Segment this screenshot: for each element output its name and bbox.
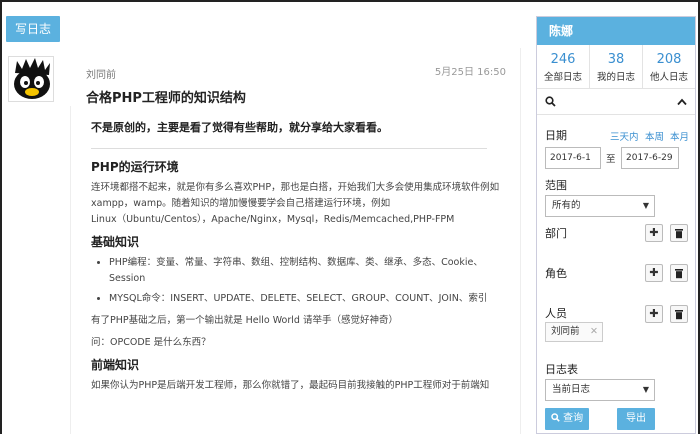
stat-label: 他人日志: [649, 72, 688, 83]
stat-number: 246: [550, 52, 576, 67]
query-button[interactable]: 查询: [545, 408, 589, 430]
quick-range-3days[interactable]: 三天内: [610, 129, 639, 143]
stat-others-logs[interactable]: 208 他人日志: [643, 45, 695, 88]
post-content: 不是原创的，主要是看了觉得有些帮助，就分享给大家看看。 PHP的运行环境 连环境…: [70, 106, 508, 434]
scope-select-value: 所有的: [552, 200, 581, 211]
paragraph: 连环境都搭不起来，就是你有多么喜欢PHP，那也是白搭，开始我们大多会使用集成环境…: [91, 180, 508, 228]
add-dept-button[interactable]: ✚: [645, 224, 663, 242]
section-heading: 基础知识: [91, 235, 140, 249]
list-item: MYSQL命令：INSERT、UPDATE、DELETE、SELECT、GROU…: [109, 291, 508, 307]
bullet-list: PHP编程：变量、常量、字符串、数组、控制结构、数据库、类、继承、多态、Cook…: [109, 255, 508, 307]
caret-down-icon: ▼: [642, 201, 649, 210]
paragraph: 问：OPCODE 是什么东西？: [91, 337, 211, 348]
trash-icon: [675, 310, 683, 320]
stat-number: 38: [607, 52, 625, 67]
paragraph-line: Linux（Ubuntu/Centos），Apache/Nginx，Mysql，…: [91, 214, 455, 225]
trash-icon: [675, 269, 683, 279]
date-from-input[interactable]: 2017-6-1: [545, 147, 601, 169]
paragraph-line: 连环境都搭不起来，就是你有多么喜欢PHP，那也是白搭，开始我们大多会使用集成环境…: [91, 182, 500, 209]
filter-sidebar: 陈娜 246 全部日志 38 我的日志 208 他人日志 日期 三天内 本周 本…: [536, 16, 696, 434]
post-title: 合格PHP工程师的知识结构: [86, 91, 246, 106]
remove-tag-icon[interactable]: ✕: [590, 323, 598, 341]
search-icon: [545, 96, 556, 107]
person-label: 人员: [545, 307, 567, 320]
query-button-label: 查询: [563, 413, 584, 424]
role-label: 角色: [545, 267, 567, 280]
person-tag: 刘同前 ✕: [545, 322, 603, 342]
stats-row: 246 全部日志 38 我的日志 208 他人日志: [537, 45, 695, 89]
paragraph: 如果你认为PHP是后端开发工程师，那么你就错了，最起码目前我接触的PHP工程师对…: [91, 380, 490, 391]
log-table-select[interactable]: 当前日志 ▼: [545, 379, 655, 401]
list-item: PHP编程：变量、常量、字符串、数组、控制结构、数据库、类、继承、多态、Cook…: [109, 255, 508, 287]
scope-label: 范围: [545, 179, 567, 192]
badtz-maru-avatar-icon: [14, 58, 50, 99]
stat-my-logs[interactable]: 38 我的日志: [590, 45, 643, 88]
write-log-button[interactable]: 写日志: [6, 16, 60, 42]
paragraph: 有了PHP基础之后，第一个输出就是 Hello World 请举手（感觉好神奇）: [91, 315, 398, 326]
content-scrollbar[interactable]: [520, 48, 532, 434]
stat-number: 208: [656, 52, 682, 67]
stat-all-logs[interactable]: 246 全部日志: [537, 45, 590, 88]
dept-label: 部门: [545, 227, 567, 240]
date-label: 日期: [545, 129, 567, 142]
date-separator: 至: [606, 154, 616, 165]
divider: [91, 148, 487, 149]
log-table-label: 日志表: [545, 363, 578, 376]
section-heading: PHP的运行环境: [91, 160, 179, 174]
quick-range-week[interactable]: 本周: [645, 129, 664, 143]
post-date: 5月25日 16:50: [434, 67, 506, 78]
scope-select[interactable]: 所有的 ▼: [545, 195, 655, 217]
search-icon: [551, 413, 560, 422]
date-to-input[interactable]: 2017-6-29: [621, 147, 679, 169]
sidebar-user-name: 陈娜: [537, 17, 695, 45]
post-area: 刘同前 5月25日 16:50 合格PHP工程师的知识结构 不是原创的，主要是看…: [0, 48, 530, 434]
trash-icon: [675, 229, 683, 239]
caret-down-icon: ▼: [642, 385, 649, 394]
quick-range-month[interactable]: 本月: [670, 129, 689, 143]
section-heading: 前端知识: [91, 358, 140, 372]
add-role-button[interactable]: ✚: [645, 264, 663, 282]
post-intro: 不是原创的，主要是看了觉得有些帮助，就分享给大家看看。: [91, 121, 388, 134]
avatar[interactable]: [8, 56, 54, 102]
search-panel-toggle[interactable]: [537, 89, 695, 115]
delete-dept-button[interactable]: [670, 224, 688, 242]
delete-role-button[interactable]: [670, 264, 688, 282]
chevron-up-icon[interactable]: [677, 98, 687, 106]
stat-label: 我的日志: [596, 72, 635, 83]
stat-label: 全部日志: [543, 72, 582, 83]
delete-person-button[interactable]: [670, 305, 688, 323]
add-person-button[interactable]: ✚: [645, 305, 663, 323]
log-table-select-value: 当前日志: [552, 384, 591, 395]
person-tag-label: 刘同前: [551, 326, 580, 337]
export-button[interactable]: 导出: [617, 408, 655, 430]
post-author[interactable]: 刘同前: [86, 66, 116, 81]
